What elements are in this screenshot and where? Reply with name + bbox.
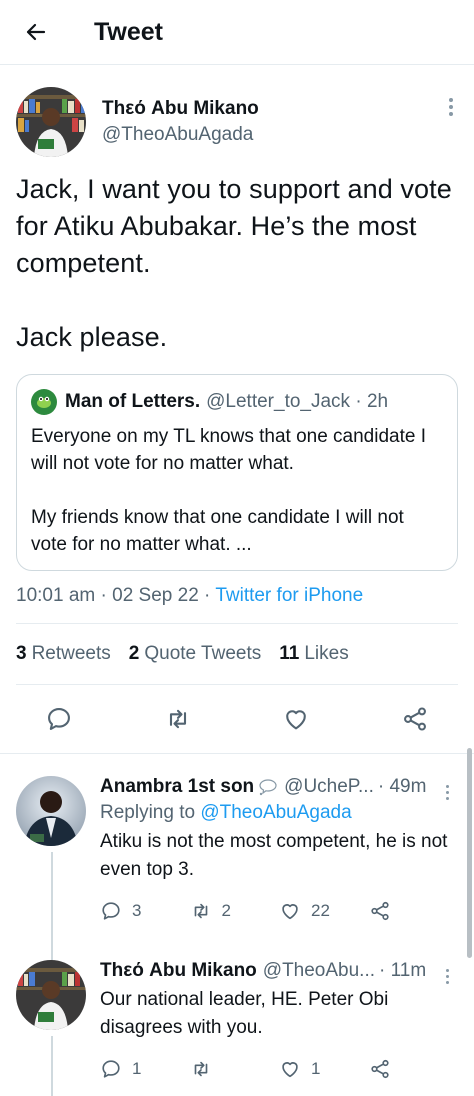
- tweet-timestamp: 10:01 am · 02 Sep 22 · Twitter for iPhon…: [16, 585, 364, 606]
- retweet-count: 2: [221, 901, 231, 920]
- tweet-text-paragraph: Jack please.: [16, 322, 168, 352]
- reply-tweet[interactable]: Thεό Abu Mikano @TheoAbu... · 11m Our na…: [0, 922, 474, 1096]
- scrollbar[interactable]: [467, 748, 472, 958]
- reply-avatar[interactable]: [16, 960, 86, 1030]
- reply-retweet-button[interactable]: [190, 1058, 280, 1080]
- reply-author-handle[interactable]: @UcheP...: [284, 776, 374, 798]
- reply-author-name[interactable]: Anambra 1st son: [100, 776, 254, 798]
- reply-actions: 3 2 22: [100, 900, 458, 922]
- page-title: Tweet: [94, 17, 163, 46]
- retweet-icon: [194, 1061, 207, 1077]
- reply-more-options-icon[interactable]: [444, 966, 450, 987]
- more-options-icon[interactable]: [448, 95, 454, 119]
- top-bar: Tweet: [0, 0, 474, 65]
- quoted-author-handle: @Letter_to_Jack: [206, 391, 351, 412]
- quoted-tweet[interactable]: Man of Letters. @Letter_to_Jack · 2h Eve…: [16, 374, 458, 571]
- reply-author-handle[interactable]: @TheoAbu...: [263, 960, 375, 982]
- reply-tweet[interactable]: Anambra 1st son @UcheP... · 49m Replying…: [0, 776, 474, 982]
- like-heart-icon: [282, 1062, 298, 1078]
- quoted-time: 2h: [366, 391, 389, 412]
- reply-icon: [102, 902, 120, 920]
- like-count: 22: [311, 901, 330, 920]
- tweet-time: 10:01 am: [16, 585, 96, 606]
- tweet-author[interactable]: Thεό Abu Mikano @TheoAbuAgada: [16, 87, 458, 157]
- reply-more-options-icon[interactable]: [444, 782, 450, 803]
- reply-like-button[interactable]: 22: [279, 900, 369, 922]
- tweet-source-link[interactable]: Twitter for iPhone: [215, 585, 363, 606]
- quoted-author-name: Man of Letters.: [65, 391, 201, 412]
- quoted-text-paragraph: My friends know that one candidate I wil…: [31, 507, 404, 555]
- thought-balloon-icon: [259, 779, 277, 796]
- reply-author-name[interactable]: Thεό Abu Mikano: [100, 960, 257, 982]
- reply-avatar[interactable]: [16, 776, 86, 846]
- like-heart-icon[interactable]: [282, 705, 310, 733]
- main-tweet: Thεό Abu Mikano @TheoAbuAgada Jack, I wa…: [0, 65, 474, 754]
- retweet-icon[interactable]: [164, 705, 192, 733]
- reply-time: 49m: [389, 776, 427, 797]
- back-arrow-icon[interactable]: [24, 20, 48, 44]
- reply-share-button[interactable]: [369, 900, 459, 922]
- retweet-icon: [194, 903, 207, 919]
- reply-reply-button[interactable]: 3: [100, 900, 190, 922]
- reply-share-button[interactable]: [369, 1058, 459, 1080]
- likes-stat[interactable]: 11 Likes: [279, 643, 348, 665]
- author-handle[interactable]: @TheoAbuAgada: [102, 122, 259, 148]
- reply-text: Atiku is not the most competent, he is n…: [100, 831, 448, 880]
- engagement-stats: 3 Retweets 2 Quote Tweets 11 Likes: [16, 623, 458, 685]
- retweets-stat[interactable]: 3 Retweets: [16, 643, 111, 665]
- replying-to-handle-link[interactable]: @TheoAbuAgada: [200, 802, 351, 823]
- reply-actions: 1 1: [100, 1058, 458, 1080]
- reply-count: 3: [132, 901, 142, 920]
- quoted-avatar: [31, 389, 57, 415]
- thread-line: [51, 922, 53, 954]
- reply-icon[interactable]: [45, 705, 73, 733]
- tweet-text: Jack, I want you to support and vote for…: [16, 171, 458, 356]
- reply-time: 11m: [390, 960, 427, 981]
- quoted-text-paragraph: Everyone on my TL knows that one candida…: [31, 426, 427, 474]
- tweet-actions: [0, 685, 474, 754]
- reply-count: 1: [132, 1059, 142, 1078]
- like-heart-icon: [282, 904, 298, 920]
- tweet-text-paragraph: Jack, I want you to support and vote for…: [16, 174, 452, 278]
- replying-to: Replying to @TheoAbuAgada: [100, 802, 352, 823]
- reply-like-button[interactable]: 1: [279, 1058, 369, 1080]
- reply-icon: [102, 1060, 120, 1078]
- quoted-text: Everyone on my TL knows that one candida…: [31, 423, 443, 558]
- share-icon[interactable]: [401, 705, 429, 733]
- share-icon: [370, 1059, 389, 1079]
- like-count: 1: [311, 1059, 321, 1078]
- quote-tweets-stat[interactable]: 2 Quote Tweets: [129, 643, 261, 665]
- reply-reply-button[interactable]: 1: [100, 1058, 190, 1080]
- author-name[interactable]: Thεό Abu Mikano: [102, 96, 259, 122]
- thread-line: [51, 1036, 53, 1096]
- author-avatar[interactable]: [16, 87, 86, 157]
- reply-retweet-button[interactable]: 2: [190, 900, 280, 922]
- share-icon: [370, 901, 389, 921]
- tweet-date: 02 Sep 22: [112, 585, 199, 606]
